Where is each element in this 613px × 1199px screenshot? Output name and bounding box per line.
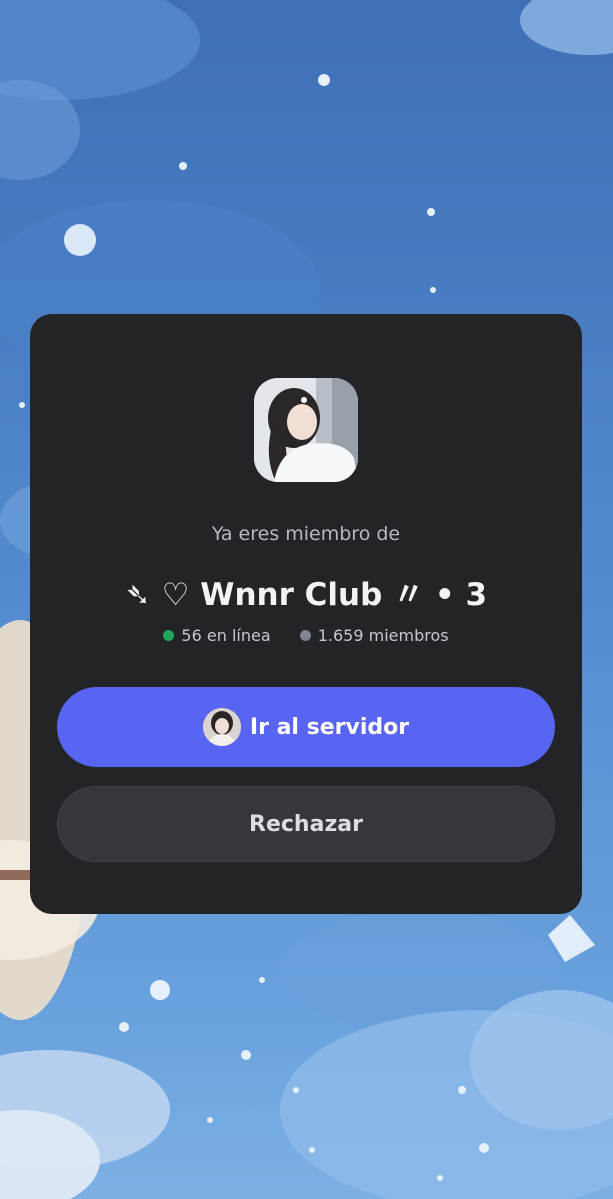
decline-button[interactable]: Rechazar	[57, 786, 555, 862]
user-avatar-icon	[202, 708, 241, 746]
server-stats: 56 en línea 1.659 miembros	[30, 626, 582, 645]
online-stat: 56 en línea	[163, 626, 271, 645]
member-count: 1.659 miembros	[317, 626, 449, 645]
go-to-server-label: Ir al servidor	[249, 714, 410, 740]
online-count: 56 en línea	[181, 626, 271, 645]
members-status-dot-icon	[299, 630, 311, 641]
membership-subtitle: Ya eres miembro de	[211, 523, 401, 545]
decline-label: Rechazar	[249, 811, 363, 837]
invite-modal: Ya eres miembro de ➴ ♡ Wnnr Club 〃 • 3 5…	[30, 314, 582, 914]
server-avatar-icon	[254, 378, 358, 482]
server-name: ➴ ♡ Wnnr Club 〃 • 3	[124, 577, 488, 613]
online-status-dot-icon	[163, 630, 175, 641]
members-stat: 1.659 miembros	[299, 626, 449, 645]
go-to-server-button[interactable]: Ir al servidor	[57, 687, 555, 767]
